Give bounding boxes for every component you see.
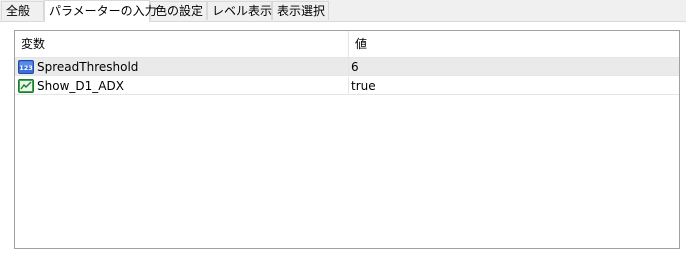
row-name: SpreadThreshold	[37, 60, 139, 74]
tab-colors-label: 色の設定	[155, 4, 204, 18]
column-header-value-label: 値	[355, 37, 368, 51]
integer-icon-text: 123	[19, 64, 33, 72]
tab-strip: 全般 パラメーターの入力 色の設定 レベル表示 表示選択	[0, 0, 686, 22]
tab-levels-label: レベル表示	[212, 4, 273, 18]
parameters-list[interactable]: 変数 値 123 SpreadThreshold 6 Show_D1_ADX t…	[14, 30, 680, 249]
column-header-value[interactable]: 値	[349, 31, 679, 57]
tab-colors[interactable]: 色の設定	[150, 1, 207, 20]
column-divider	[348, 77, 349, 95]
column-header-variable-label: 変数	[21, 37, 46, 51]
tab-visualization[interactable]: 表示選択	[272, 1, 329, 20]
list-header: 変数 値	[15, 31, 679, 58]
tab-general-label: 全般	[6, 4, 31, 18]
row-value[interactable]: true	[351, 77, 376, 95]
tab-parameters-label: パラメーターの入力	[49, 4, 157, 18]
column-header-variable[interactable]: 変数	[15, 31, 349, 57]
row-value[interactable]: 6	[351, 58, 359, 76]
table-row[interactable]: Show_D1_ADX true	[15, 77, 679, 95]
column-divider	[348, 58, 349, 76]
chart-bool-icon	[18, 79, 34, 93]
tab-levels[interactable]: レベル表示	[207, 1, 272, 20]
tab-general[interactable]: 全般	[1, 1, 44, 20]
tab-visualization-label: 表示選択	[277, 4, 326, 18]
row-name: Show_D1_ADX	[37, 79, 124, 93]
integer-123-icon: 123	[18, 60, 34, 74]
tab-parameters[interactable]: パラメーターの入力	[44, 0, 157, 22]
table-row[interactable]: 123 SpreadThreshold 6	[15, 58, 679, 76]
